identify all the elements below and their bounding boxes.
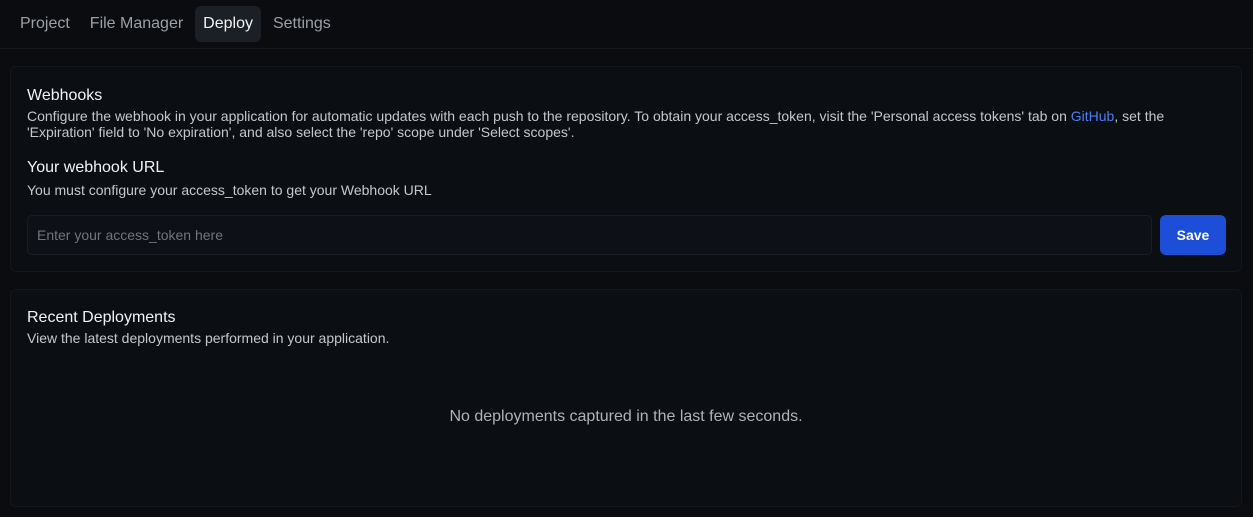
tab-file-manager[interactable]: File Manager (82, 6, 191, 42)
webhooks-title: Webhooks (27, 87, 103, 104)
access-token-input[interactable] (27, 215, 1152, 255)
empty-deployments-message: No deployments captured in the last few … (449, 408, 803, 425)
top-navigation: Project File Manager Deploy Settings (0, 0, 1253, 49)
github-link[interactable]: GitHub (1071, 108, 1115, 124)
webhook-url-title: Your webhook URL (27, 159, 165, 176)
webhooks-description-text: Configure the webhook in your applicatio… (27, 108, 1071, 124)
tab-settings[interactable]: Settings (265, 6, 339, 42)
recent-deployments-description: View the latest deployments performed in… (27, 330, 390, 346)
tab-project[interactable]: Project (12, 6, 78, 42)
webhooks-card: Webhooks Configure the webhook in your a… (10, 66, 1242, 272)
recent-deployments-card: Recent Deployments View the latest deplo… (10, 289, 1242, 507)
save-button[interactable]: Save (1160, 215, 1226, 255)
tab-deploy[interactable]: Deploy (195, 6, 261, 42)
webhook-url-hint: You must configure your access_token to … (27, 182, 432, 198)
webhooks-description: Configure the webhook in your applicatio… (27, 108, 1227, 140)
recent-deployments-title: Recent Deployments (27, 309, 176, 326)
